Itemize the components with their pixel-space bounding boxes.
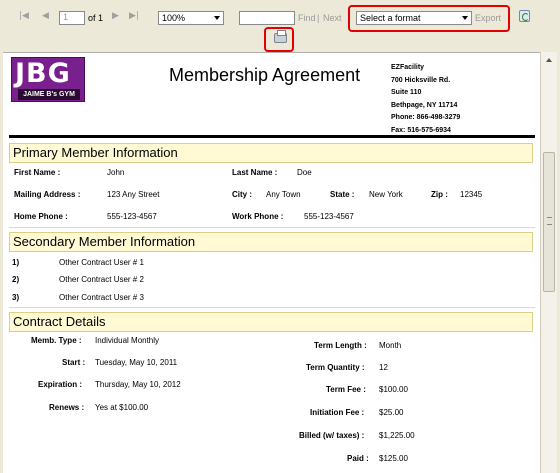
logo-letters: JBG	[15, 58, 71, 89]
logo-subtext: JAIME B's GYM	[18, 89, 80, 100]
export-format-select[interactable]: Select a format	[356, 11, 472, 25]
last-name-value: Doe	[297, 168, 312, 177]
city-label: City :	[232, 190, 252, 199]
zip-value: 12345	[460, 190, 483, 199]
page-count-label: of 1	[88, 13, 104, 23]
toolbar-separator: |	[317, 13, 320, 23]
next-page-icon[interactable]: ▶	[112, 11, 119, 21]
user-name: Other Contract User # 2	[59, 275, 144, 284]
first-name-value: John	[107, 168, 125, 177]
chevron-down-icon	[462, 16, 468, 20]
report-page: JBG JAIME B's GYM Membership Agreement E…	[3, 52, 540, 473]
report-toolbar: |◀ ◀ 1 of 1 ▶ ▶| 100% Find | Next Select…	[0, 0, 560, 52]
memb-type-label: Memb. Type :	[31, 336, 82, 345]
initiation-fee-value: $25.00	[379, 408, 404, 417]
gym-logo: JBG JAIME B's GYM	[11, 57, 85, 102]
memb-type-value: Individual Monthly	[95, 336, 160, 345]
user-number: 1)	[12, 258, 20, 267]
find-link[interactable]: Find	[298, 13, 316, 23]
document-title: Membership Agreement	[169, 65, 361, 85]
secondary-section-heading: Secondary Member Information	[9, 232, 533, 252]
start-label: Start :	[62, 358, 86, 367]
user-number: 2)	[12, 275, 20, 284]
billed-label: Billed (w/ taxes) :	[299, 431, 365, 440]
section-divider	[9, 227, 535, 228]
term-fee-label: Term Fee :	[326, 385, 366, 394]
export-link[interactable]: Export	[475, 13, 501, 23]
page-number-input[interactable]: 1	[59, 11, 85, 25]
chevron-down-icon	[214, 16, 220, 20]
term-length-label: Term Length :	[314, 341, 367, 350]
vertical-scrollbar[interactable]	[540, 52, 557, 473]
city-value: Any Town	[266, 190, 301, 199]
term-quantity-value: 12	[379, 363, 388, 372]
last-name-label: Last Name :	[232, 168, 278, 177]
billed-value: $1,225.00	[379, 431, 415, 440]
mailing-address-value: 123 Any Street	[107, 190, 160, 199]
work-phone-label: Work Phone :	[232, 212, 284, 221]
home-phone-label: Home Phone :	[14, 212, 68, 221]
start-value: Tuesday, May 10, 2011	[95, 358, 178, 367]
work-phone-value: 555-123-4567	[304, 212, 354, 221]
find-input[interactable]	[239, 11, 295, 25]
home-phone-value: 555-123-4567	[107, 212, 157, 221]
zoom-select[interactable]: 100%	[158, 11, 224, 25]
state-value: New York	[369, 190, 403, 199]
last-page-icon[interactable]: ▶|	[129, 11, 139, 21]
term-quantity-label: Term Quantity :	[306, 363, 365, 372]
company-city: Bethpage, NY 11714	[391, 101, 458, 109]
section-divider	[9, 307, 535, 308]
zip-label: Zip :	[431, 190, 448, 199]
user-name: Other Contract User # 3	[59, 293, 144, 302]
contract-section-heading: Contract Details	[9, 312, 533, 332]
user-number: 3)	[12, 293, 20, 302]
renews-label: Renews :	[49, 403, 85, 412]
find-next-link[interactable]: Next	[323, 13, 342, 23]
paid-value: $125.00	[379, 454, 408, 463]
initiation-fee-label: Initiation Fee :	[310, 408, 365, 417]
renews-value: Yes at $100.00	[95, 403, 149, 412]
company-street: 700 Hicksville Rd.	[391, 76, 451, 84]
zoom-value: 100%	[162, 13, 186, 23]
paid-label: Paid :	[347, 454, 369, 463]
header-rule	[9, 135, 535, 138]
print-icon[interactable]	[274, 30, 287, 43]
first-page-icon[interactable]: |◀	[19, 11, 29, 21]
primary-section-heading: Primary Member Information	[9, 143, 533, 163]
company-name: EZFacility	[391, 64, 425, 71]
scrollbar-thumb[interactable]	[543, 152, 555, 292]
expiration-label: Expiration :	[38, 380, 83, 389]
previous-page-icon[interactable]: ◀	[42, 11, 49, 21]
term-length-value: Month	[379, 341, 402, 350]
company-phone: Phone: 866-498-3279	[391, 114, 461, 121]
expiration-value: Thursday, May 10, 2012	[95, 380, 181, 389]
term-fee-value: $100.00	[379, 385, 408, 394]
company-address: EZFacility 700 Hicksville Rd. Suite 110 …	[391, 62, 460, 137]
scroll-up-icon[interactable]	[543, 54, 555, 66]
mailing-address-label: Mailing Address :	[14, 190, 81, 199]
export-format-value: Select a format	[360, 13, 421, 23]
user-name: Other Contract User # 1	[59, 258, 144, 267]
state-label: State :	[330, 190, 355, 199]
company-suite: Suite 110	[391, 89, 422, 96]
first-name-label: First Name :	[14, 168, 61, 177]
refresh-icon[interactable]	[519, 10, 530, 22]
